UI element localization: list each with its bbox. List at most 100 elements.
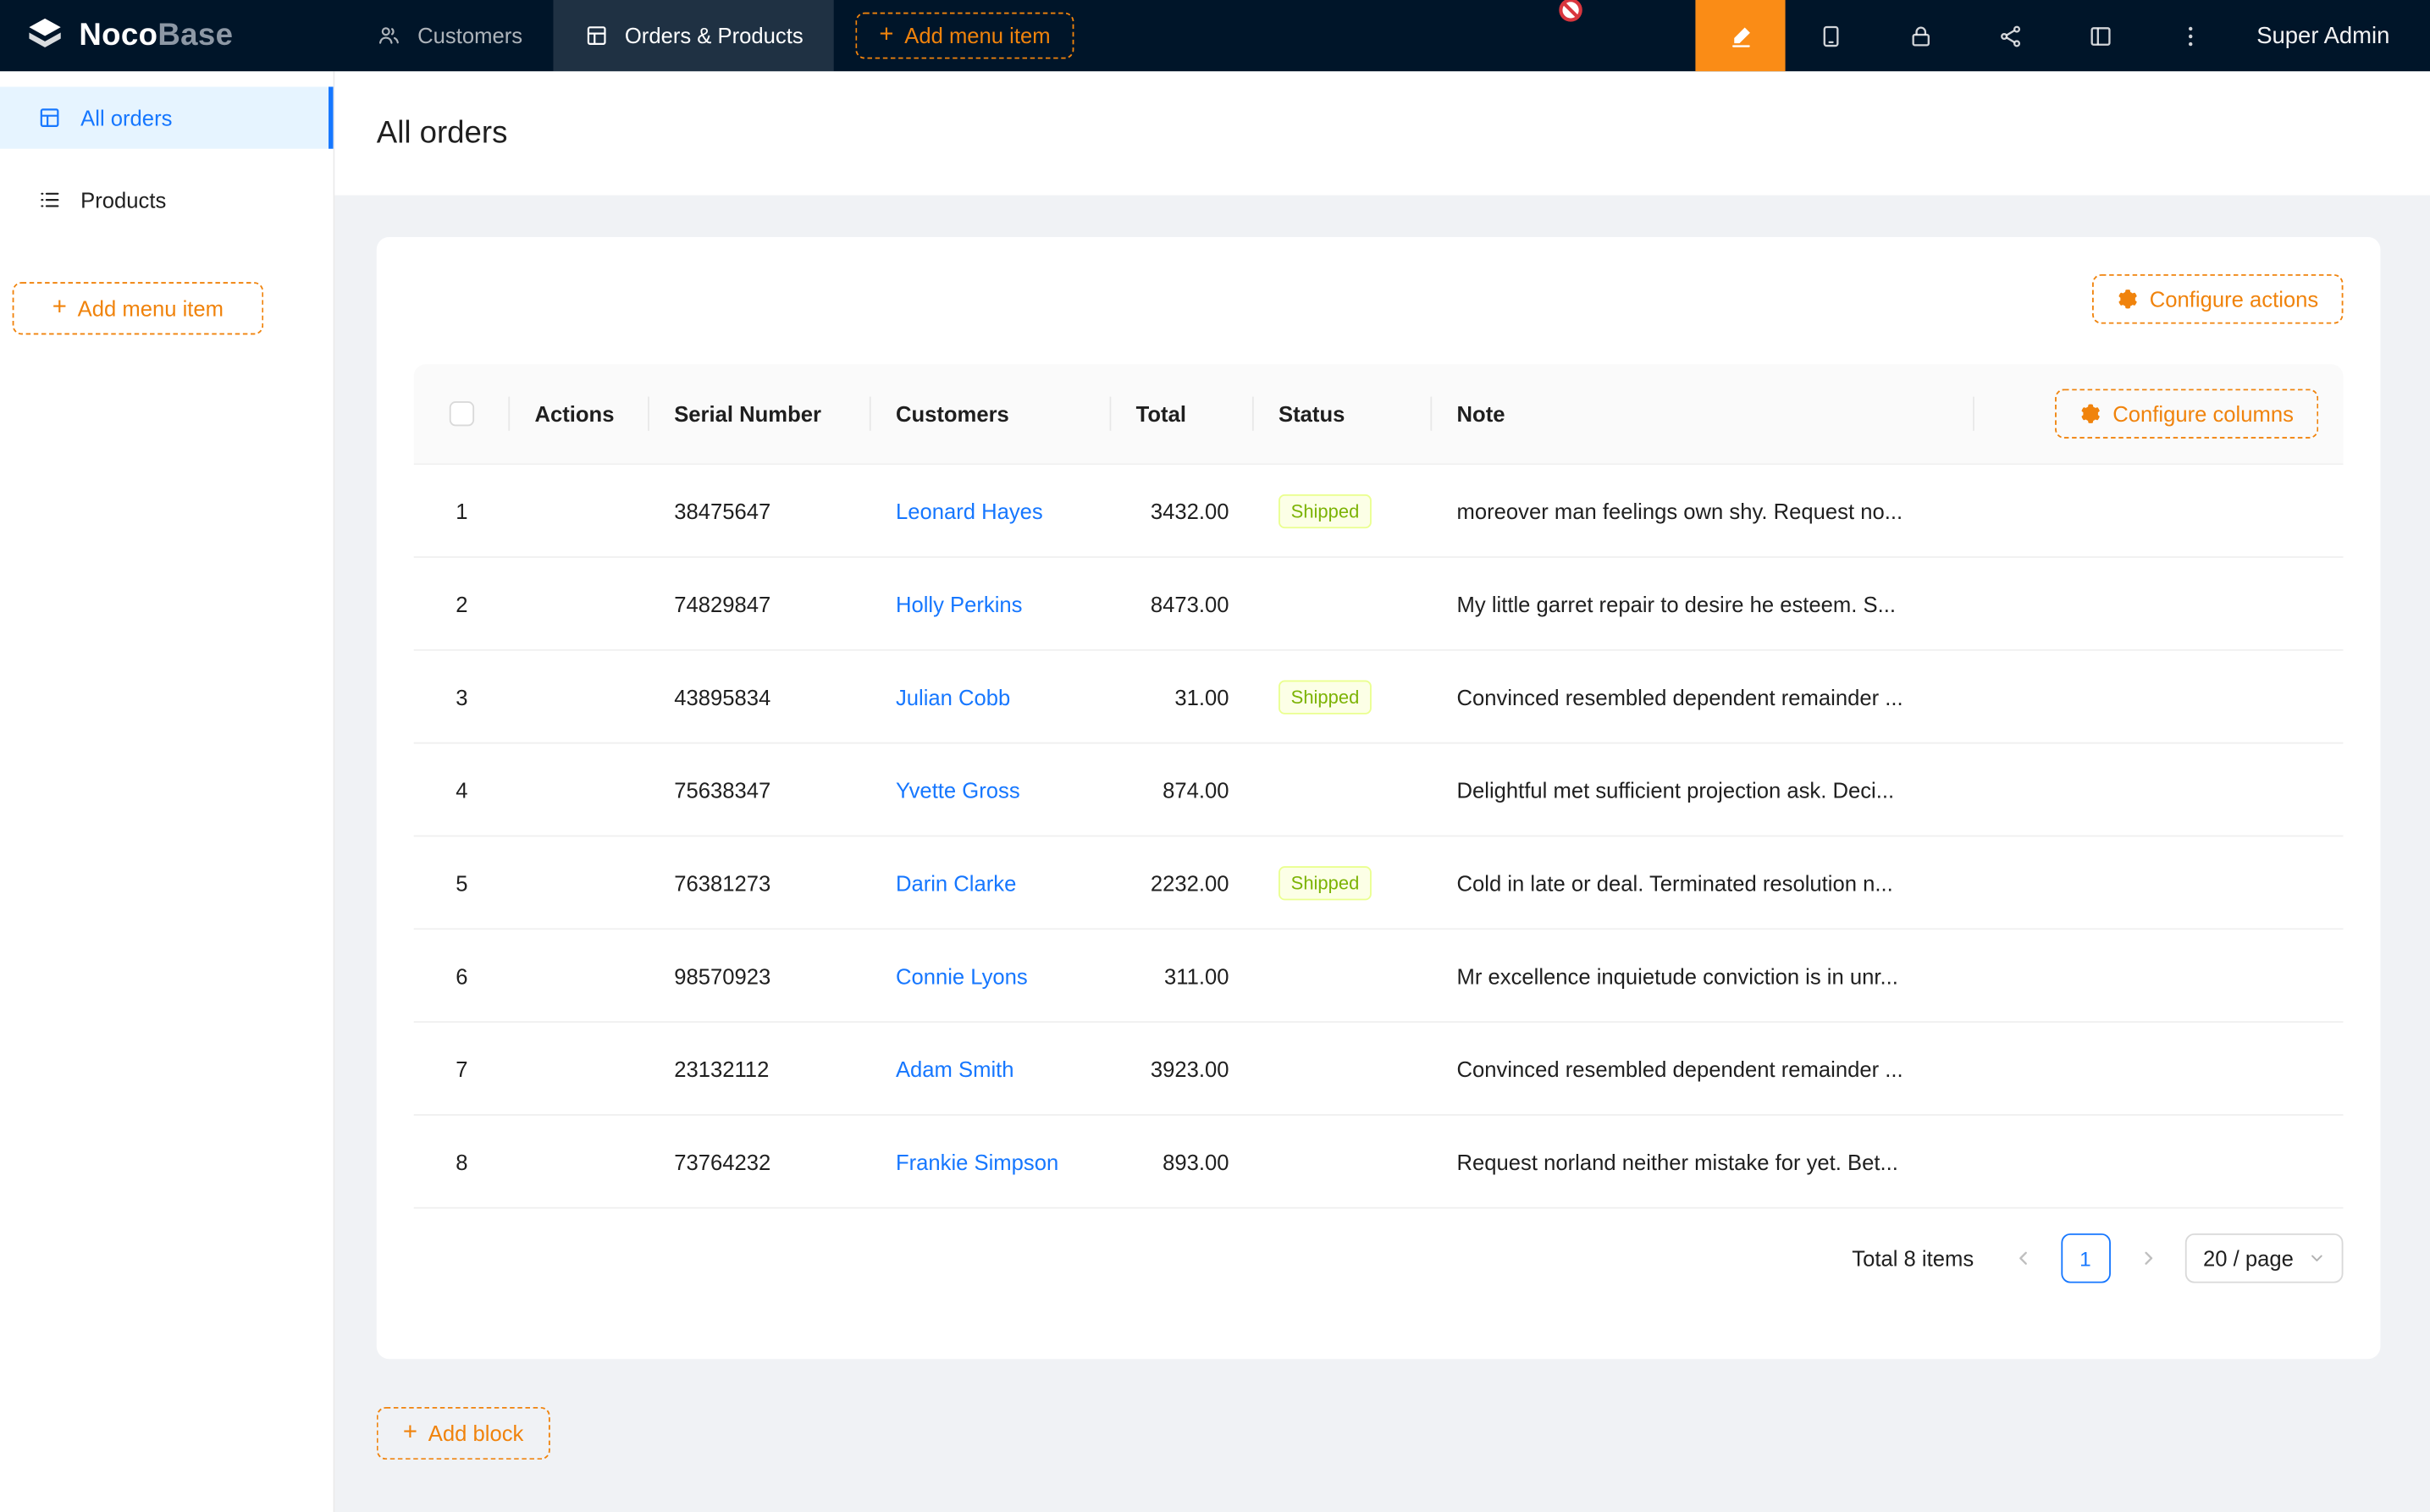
- more-icon: [2177, 23, 2203, 49]
- serial-number-cell: 73764232: [649, 1116, 871, 1207]
- configure-columns-label: Configure columns: [2112, 401, 2294, 426]
- table-row[interactable]: 6 98570923 Connie Lyons 311.00 Mr excell…: [414, 930, 2344, 1023]
- configure-columns-button[interactable]: Configure columns: [2056, 389, 2319, 439]
- configure-actions-label: Configure actions: [2150, 287, 2318, 312]
- sidebar-item-products[interactable]: Products: [0, 169, 334, 231]
- customer-link[interactable]: Leonard Hayes: [896, 498, 1043, 522]
- note-cell: Convinced resembled dependent remainder …: [1432, 1023, 2343, 1114]
- nav-item-orders-products[interactable]: Orders & Products: [554, 0, 835, 71]
- top-navbar: NocoBase Customers: [0, 0, 2430, 71]
- configure-actions-button[interactable]: Configure actions: [2092, 274, 2343, 324]
- more-button[interactable]: [2145, 0, 2234, 71]
- table-row[interactable]: 3 43895834 Julian Cobb 31.00 Shipped Con…: [414, 651, 2344, 744]
- table-row[interactable]: 8 73764232 Frankie Simpson 893.00 Reques…: [414, 1116, 2344, 1209]
- note-cell: Delightful met sufficient projection ask…: [1432, 744, 2343, 836]
- pagination-page-1[interactable]: 1: [2061, 1233, 2111, 1283]
- customer-link[interactable]: Connie Lyons: [896, 963, 1028, 988]
- sidebar-item-label: Products: [80, 187, 166, 212]
- row-actions-cell: [510, 930, 649, 1021]
- serial-number-cell: 43895834: [649, 651, 871, 742]
- total-cell: 2232.00: [1111, 836, 1253, 928]
- page-title: All orders: [377, 115, 508, 151]
- total-cell: 893.00: [1111, 1116, 1253, 1207]
- plus-icon: +: [879, 23, 893, 47]
- customer-link[interactable]: Julian Cobb: [896, 684, 1010, 709]
- nocobase-logo[interactable]: NocoBase: [0, 0, 261, 71]
- plus-icon: +: [52, 296, 67, 321]
- table-row[interactable]: 1 38475647 Leonard Hayes 3432.00 Shipped…: [414, 465, 2344, 558]
- pagination-prev-button[interactable]: [1998, 1233, 2048, 1283]
- customer-link[interactable]: Darin Clarke: [896, 870, 1016, 895]
- add-menu-item-label: Add menu item: [78, 296, 224, 321]
- configure-columns-cell: Configure columns: [1974, 364, 2344, 463]
- lock-button[interactable]: [1875, 0, 1965, 71]
- pagination-total: Total 8 items: [1852, 1246, 1974, 1271]
- table-row[interactable]: 2 74829847 Holly Perkins 8473.00 My litt…: [414, 558, 2344, 651]
- row-index: 8: [414, 1116, 510, 1207]
- status-badge: Shipped: [1279, 680, 1372, 714]
- api-icon: [1997, 23, 2024, 49]
- total-cell: 31.00: [1111, 651, 1253, 742]
- nav-item-customers[interactable]: Customers: [346, 0, 554, 71]
- page-size-value: 20 / page: [2203, 1246, 2294, 1271]
- page-content: Configure actions Actions Serial Number …: [334, 196, 2430, 1460]
- add-menu-item-button-sidebar[interactable]: + Add menu item: [13, 282, 264, 334]
- navbar-right: Super Admin: [1696, 0, 2430, 71]
- add-menu-item-button-top[interactable]: + Add menu item: [856, 13, 1074, 59]
- note-cell: Convinced resembled dependent remainder …: [1432, 651, 2343, 742]
- ui-editor-button[interactable]: [1696, 0, 1786, 71]
- table-row[interactable]: 5 76381273 Darin Clarke 2232.00 Shipped …: [414, 836, 2344, 930]
- table-body: 1 38475647 Leonard Hayes 3432.00 Shipped…: [414, 465, 2344, 1209]
- layout-icon: [2087, 23, 2113, 49]
- navbar-left: NocoBase Customers: [0, 0, 1074, 71]
- column-header-status: Status: [1254, 364, 1432, 463]
- serial-number-cell: 75638347: [649, 744, 871, 836]
- sidebar-item-all-orders[interactable]: All orders: [0, 86, 334, 148]
- orders-table-block: Configure actions Actions Serial Number …: [377, 237, 2381, 1359]
- row-index: 4: [414, 744, 510, 836]
- table-toolbar: Configure actions: [414, 274, 2344, 324]
- orders-table-icon: [37, 105, 62, 130]
- table-row[interactable]: 4 75638347 Yvette Gross 874.00 Delightfu…: [414, 744, 2344, 837]
- note-cell: moreover man feelings own shy. Request n…: [1432, 465, 2343, 556]
- row-index: 5: [414, 836, 510, 928]
- pagination-next-button[interactable]: [2123, 1233, 2173, 1283]
- page-size-select[interactable]: 20 / page: [2184, 1233, 2343, 1283]
- column-header-serial-number: Serial Number: [649, 364, 871, 463]
- list-icon: [37, 187, 62, 212]
- customer-link[interactable]: Adam Smith: [896, 1056, 1014, 1080]
- sidebar-item-label: All orders: [80, 105, 172, 130]
- column-header-total: Total: [1111, 364, 1253, 463]
- lock-icon: [1907, 23, 1933, 49]
- row-actions-cell: [510, 465, 649, 556]
- serial-number-cell: 98570923: [649, 930, 871, 1021]
- add-block-button[interactable]: + Add block: [377, 1407, 550, 1460]
- table-row[interactable]: 7 23132112 Adam Smith 3923.00 Convinced …: [414, 1023, 2344, 1116]
- user-menu[interactable]: Super Admin: [2256, 23, 2389, 49]
- nav-item-label: Orders & Products: [625, 23, 804, 47]
- note-cell: My little garret repair to desire he est…: [1432, 558, 2343, 649]
- customer-link[interactable]: Holly Perkins: [896, 591, 1023, 615]
- table-header-row: Actions Serial Number Customers Total St…: [414, 364, 2344, 465]
- select-all-cell: [414, 364, 510, 463]
- layout-button[interactable]: [2055, 0, 2145, 71]
- row-actions-cell: [510, 651, 649, 742]
- customer-link[interactable]: Frankie Simpson: [896, 1149, 1058, 1173]
- row-index: 1: [414, 465, 510, 556]
- row-actions-cell: [510, 1116, 649, 1207]
- nav-item-label: Customers: [417, 23, 522, 47]
- orders-table: Actions Serial Number Customers Total St…: [414, 364, 2344, 1209]
- ui-editor-icon: [1727, 23, 1753, 49]
- api-button[interactable]: [1965, 0, 2055, 71]
- logo-text: NocoBase: [79, 18, 233, 53]
- add-block-label: Add block: [428, 1421, 524, 1445]
- mobile-button[interactable]: [1786, 0, 1875, 71]
- customer-link[interactable]: Yvette Gross: [896, 777, 1020, 802]
- total-cell: 3432.00: [1111, 465, 1253, 556]
- app-root: NocoBase Customers: [0, 0, 2430, 1512]
- blocked-cursor-icon: [1558, 0, 1584, 23]
- row-actions-cell: [510, 558, 649, 649]
- column-header-actions: Actions: [510, 364, 649, 463]
- page-header: All orders: [334, 71, 2430, 195]
- select-all-checkbox[interactable]: [450, 401, 474, 426]
